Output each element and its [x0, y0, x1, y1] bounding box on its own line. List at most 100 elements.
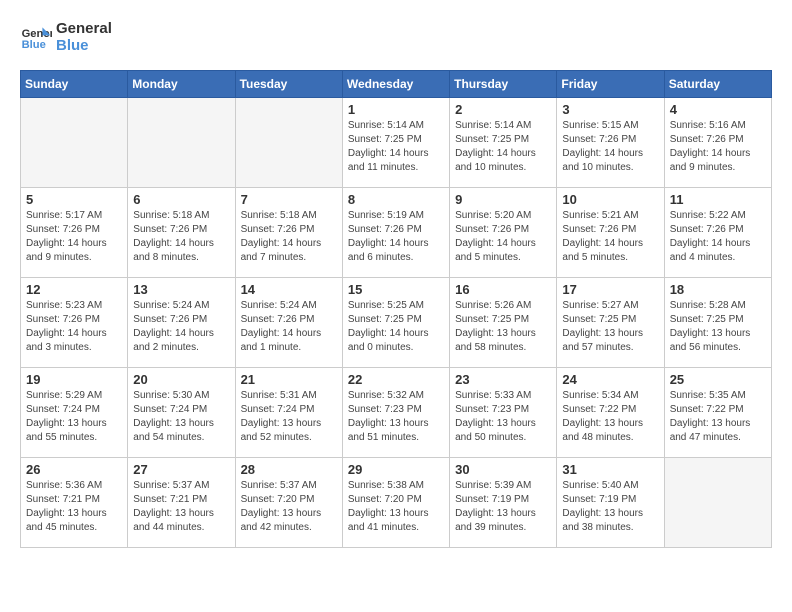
day-info: Sunrise: 5:39 AM Sunset: 7:19 PM Dayligh… [455, 479, 551, 535]
day-number: 3 [562, 102, 658, 117]
calendar-cell: 5Sunrise: 5:17 AM Sunset: 7:26 PM Daylig… [21, 188, 128, 278]
day-info: Sunrise: 5:18 AM Sunset: 7:26 PM Dayligh… [133, 209, 229, 265]
week-row-4: 19 Sunrise: 5:29 AM Sunset: 7:24 PM Dayli… [21, 368, 772, 458]
day-info: Sunrise: 5:26 AM Sunset: 7:25 PM Dayligh… [455, 299, 551, 355]
logo-icon: General Blue [20, 21, 52, 53]
day-number: 23 [455, 372, 551, 387]
day-info: Sunrise: 5:24 AM Sunset: 7:26 PM Dayligh… [133, 299, 229, 355]
day-info: Sunrise: 5:21 AM Sunset: 7:26 PM Dayligh… [562, 209, 658, 265]
week-row-1: 1 Sunrise: 5:14 AM Sunset: 7:25 PM Daylig… [21, 98, 772, 188]
day-info: Sunrise: 5:16 AM Sunset: 7:26 PM Dayligh… [670, 119, 766, 175]
day-info: Sunrise: 5:24 AM Sunset: 7:26 PM Dayligh… [241, 299, 337, 355]
day-number: 17 [562, 282, 658, 297]
calendar-cell: 6 Sunrise: 5:18 AM Sunset: 7:26 PM Daylig… [128, 188, 235, 278]
day-number: 1 [348, 102, 444, 117]
day-info: Sunrise: 5:28 AM Sunset: 7:25 PM Dayligh… [670, 299, 766, 355]
calendar-cell: 13 Sunrise: 5:24 AM Sunset: 7:26 PM Dayli… [128, 278, 235, 368]
calendar-cell: 14Sunrise: 5:24 AM Sunset: 7:26 PM Dayli… [235, 278, 342, 368]
day-number: 2 [455, 102, 551, 117]
calendar-header-row: SundayMondayTuesdayWednesdayThursdayFrid… [21, 71, 772, 98]
day-info: Sunrise: 5:22 AM Sunset: 7:26 PM Dayligh… [670, 209, 766, 265]
day-info: Sunrise: 5:40 AM Sunset: 7:19 PM Dayligh… [562, 479, 658, 535]
day-info: Sunrise: 5:36 AM Sunset: 7:21 PM Dayligh… [26, 479, 122, 535]
calendar-cell: 27 Sunrise: 5:37 AM Sunset: 7:21 PM Dayli… [128, 458, 235, 548]
calendar-cell: 18Sunrise: 5:28 AM Sunset: 7:25 PM Dayli… [664, 278, 771, 368]
day-number: 27 [133, 462, 229, 477]
calendar-cell: 20Sunrise: 5:30 AM Sunset: 7:24 PM Dayli… [128, 368, 235, 458]
column-header-saturday: Saturday [664, 71, 771, 98]
day-number: 31 [562, 462, 658, 477]
day-info: Sunrise: 5:17 AM Sunset: 7:26 PM Dayligh… [26, 209, 122, 265]
day-info: Sunrise: 5:27 AM Sunset: 7:25 PM Dayligh… [562, 299, 658, 355]
calendar-table: SundayMondayTuesdayWednesdayThursdayFrid… [20, 70, 772, 548]
calendar-cell: 2Sunrise: 5:14 AM Sunset: 7:25 PM Daylig… [450, 98, 557, 188]
day-info: Sunrise: 5:31 AM Sunset: 7:24 PM Dayligh… [241, 389, 337, 445]
calendar-cell: 29 Sunrise: 5:38 AM Sunset: 7:20 PM Dayli… [342, 458, 449, 548]
column-header-thursday: Thursday [450, 71, 557, 98]
day-number: 10 [562, 192, 658, 207]
calendar-cell: 25 Sunrise: 5:35 AM Sunset: 7:22 PM Dayli… [664, 368, 771, 458]
week-row-5: 26 Sunrise: 5:36 AM Sunset: 7:21 PM Dayli… [21, 458, 772, 548]
day-info: Sunrise: 5:23 AM Sunset: 7:26 PM Dayligh… [26, 299, 122, 355]
calendar-cell [128, 98, 235, 188]
calendar-cell: 11 Sunrise: 5:22 AM Sunset: 7:26 PM Dayli… [664, 188, 771, 278]
logo-text-general: General [56, 20, 112, 37]
calendar-cell: 31 Sunrise: 5:40 AM Sunset: 7:19 PM Dayli… [557, 458, 664, 548]
day-number: 21 [241, 372, 337, 387]
day-number: 13 [133, 282, 229, 297]
day-number: 4 [670, 102, 766, 117]
column-header-monday: Monday [128, 71, 235, 98]
calendar-cell: 1 Sunrise: 5:14 AM Sunset: 7:25 PM Daylig… [342, 98, 449, 188]
calendar-cell: 21 Sunrise: 5:31 AM Sunset: 7:24 PM Dayli… [235, 368, 342, 458]
day-info: Sunrise: 5:35 AM Sunset: 7:22 PM Dayligh… [670, 389, 766, 445]
day-info: Sunrise: 5:32 AM Sunset: 7:23 PM Dayligh… [348, 389, 444, 445]
column-header-sunday: Sunday [21, 71, 128, 98]
day-number: 30 [455, 462, 551, 477]
day-number: 16 [455, 282, 551, 297]
day-number: 6 [133, 192, 229, 207]
day-info: Sunrise: 5:38 AM Sunset: 7:20 PM Dayligh… [348, 479, 444, 535]
calendar-cell [21, 98, 128, 188]
calendar-cell [235, 98, 342, 188]
day-info: Sunrise: 5:14 AM Sunset: 7:25 PM Dayligh… [348, 119, 444, 175]
day-number: 19 [26, 372, 122, 387]
day-number: 8 [348, 192, 444, 207]
day-info: Sunrise: 5:15 AM Sunset: 7:26 PM Dayligh… [562, 119, 658, 175]
day-number: 22 [348, 372, 444, 387]
calendar-cell: 8 Sunrise: 5:19 AM Sunset: 7:26 PM Daylig… [342, 188, 449, 278]
day-info: Sunrise: 5:34 AM Sunset: 7:22 PM Dayligh… [562, 389, 658, 445]
day-info: Sunrise: 5:29 AM Sunset: 7:24 PM Dayligh… [26, 389, 122, 445]
calendar-cell: 3 Sunrise: 5:15 AM Sunset: 7:26 PM Daylig… [557, 98, 664, 188]
calendar-cell: 7Sunrise: 5:18 AM Sunset: 7:26 PM Daylig… [235, 188, 342, 278]
day-info: Sunrise: 5:19 AM Sunset: 7:26 PM Dayligh… [348, 209, 444, 265]
calendar-cell: 19 Sunrise: 5:29 AM Sunset: 7:24 PM Dayli… [21, 368, 128, 458]
day-info: Sunrise: 5:25 AM Sunset: 7:25 PM Dayligh… [348, 299, 444, 355]
calendar-cell: 26 Sunrise: 5:36 AM Sunset: 7:21 PM Dayli… [21, 458, 128, 548]
day-info: Sunrise: 5:37 AM Sunset: 7:20 PM Dayligh… [241, 479, 337, 535]
calendar-cell [664, 458, 771, 548]
column-header-friday: Friday [557, 71, 664, 98]
svg-text:Blue: Blue [22, 39, 46, 51]
calendar-cell: 4 Sunrise: 5:16 AM Sunset: 7:26 PM Daylig… [664, 98, 771, 188]
calendar-cell: 12 Sunrise: 5:23 AM Sunset: 7:26 PM Dayli… [21, 278, 128, 368]
day-number: 26 [26, 462, 122, 477]
week-row-3: 12 Sunrise: 5:23 AM Sunset: 7:26 PM Dayli… [21, 278, 772, 368]
day-number: 20 [133, 372, 229, 387]
calendar-cell: 17 Sunrise: 5:27 AM Sunset: 7:25 PM Dayli… [557, 278, 664, 368]
day-number: 9 [455, 192, 551, 207]
day-number: 15 [348, 282, 444, 297]
day-number: 28 [241, 462, 337, 477]
calendar-cell: 15 Sunrise: 5:25 AM Sunset: 7:25 PM Dayli… [342, 278, 449, 368]
day-info: Sunrise: 5:37 AM Sunset: 7:21 PM Dayligh… [133, 479, 229, 535]
day-number: 11 [670, 192, 766, 207]
day-number: 24 [562, 372, 658, 387]
day-info: Sunrise: 5:20 AM Sunset: 7:26 PM Dayligh… [455, 209, 551, 265]
column-header-wednesday: Wednesday [342, 71, 449, 98]
day-number: 29 [348, 462, 444, 477]
day-number: 25 [670, 372, 766, 387]
calendar-cell: 24 Sunrise: 5:34 AM Sunset: 7:22 PM Dayli… [557, 368, 664, 458]
calendar-cell: 22 Sunrise: 5:32 AM Sunset: 7:23 PM Dayli… [342, 368, 449, 458]
calendar-cell: 28 Sunrise: 5:37 AM Sunset: 7:20 PM Dayli… [235, 458, 342, 548]
calendar-cell: 10 Sunrise: 5:21 AM Sunset: 7:26 PM Dayli… [557, 188, 664, 278]
day-number: 12 [26, 282, 122, 297]
